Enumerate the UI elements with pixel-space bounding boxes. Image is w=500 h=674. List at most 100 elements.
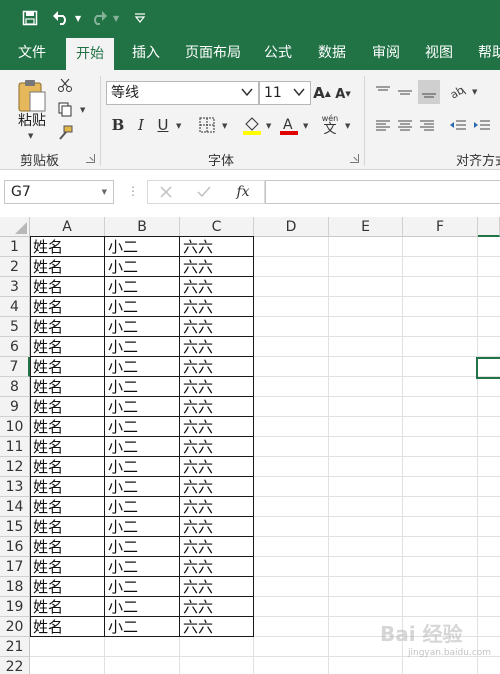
insert-function-button[interactable]: fx <box>232 183 254 201</box>
row-header[interactable]: 13 <box>0 477 30 497</box>
undo-dropdown-icon[interactable]: ▼ <box>75 0 81 36</box>
table-cell[interactable]: 六六 <box>180 477 213 497</box>
chevron-down-icon[interactable] <box>240 85 254 99</box>
row-header[interactable]: 5 <box>0 317 30 337</box>
grow-font-button[interactable]: A ▲ <box>313 82 331 104</box>
underline-dropdown-icon[interactable]: ▼ <box>176 122 181 130</box>
bold-button[interactable]: B <box>110 115 126 135</box>
tab-review[interactable]: 审阅 <box>372 36 400 70</box>
fill-color-dropdown-icon[interactable]: ▼ <box>266 122 271 130</box>
table-cell[interactable]: 六六 <box>180 337 213 357</box>
decrease-indent-icon[interactable] <box>448 116 468 136</box>
table-cell[interactable]: 六六 <box>180 237 213 257</box>
align-right-icon[interactable] <box>418 116 436 136</box>
tab-data[interactable]: 数据 <box>318 36 346 70</box>
save-icon[interactable] <box>20 0 40 36</box>
table-cell[interactable]: 六六 <box>180 257 213 277</box>
table-cell[interactable]: 六六 <box>180 597 213 617</box>
column-header[interactable]: A <box>30 217 105 237</box>
table-cell[interactable]: 六六 <box>180 277 213 297</box>
table-cell[interactable]: 姓名 <box>30 477 63 497</box>
font-size-box[interactable]: 11 <box>259 81 311 105</box>
row-header[interactable]: 18 <box>0 577 30 597</box>
table-cell[interactable]: 姓名 <box>30 537 63 557</box>
tab-help[interactable]: 帮助 <box>478 36 500 70</box>
orientation-dropdown-icon[interactable]: ▼ <box>472 88 477 96</box>
table-cell[interactable]: 姓名 <box>30 377 63 397</box>
table-cell[interactable]: 六六 <box>180 577 213 597</box>
table-cell[interactable]: 小二 <box>105 257 138 277</box>
table-cell[interactable]: 六六 <box>180 377 213 397</box>
table-cell[interactable]: 小二 <box>105 317 138 337</box>
column-header[interactable]: F <box>403 217 478 237</box>
align-center-icon[interactable] <box>396 116 414 136</box>
table-cell[interactable]: 姓名 <box>30 617 63 637</box>
paste-dropdown-icon[interactable]: ▼ <box>28 132 33 140</box>
table-cell[interactable]: 小二 <box>105 297 138 317</box>
table-cell[interactable]: 姓名 <box>30 237 63 257</box>
row-header[interactable]: 7 <box>0 357 30 377</box>
table-cell[interactable]: 姓名 <box>30 517 63 537</box>
column-header[interactable]: E <box>329 217 403 237</box>
table-cell[interactable]: 六六 <box>180 457 213 477</box>
table-cell[interactable]: 小二 <box>105 497 138 517</box>
row-header[interactable]: 1 <box>0 237 30 257</box>
align-left-icon[interactable] <box>374 116 392 136</box>
customize-icon[interactable] <box>132 0 148 36</box>
table-cell[interactable]: 姓名 <box>30 317 63 337</box>
table-cell[interactable]: 小二 <box>105 377 138 397</box>
row-header[interactable]: 19 <box>0 597 30 617</box>
row-header[interactable]: 14 <box>0 497 30 517</box>
tab-insert[interactable]: 插入 <box>132 36 160 70</box>
table-cell[interactable]: 小二 <box>105 437 138 457</box>
table-cell[interactable]: 小二 <box>105 277 138 297</box>
font-launcher-icon[interactable] <box>350 154 359 163</box>
table-cell[interactable]: 小二 <box>105 557 138 577</box>
undo-icon[interactable] <box>50 0 72 36</box>
table-cell[interactable]: 六六 <box>180 297 213 317</box>
table-cell[interactable]: 六六 <box>180 517 213 537</box>
borders-dropdown-icon[interactable]: ▼ <box>222 122 227 130</box>
formula-bar-grip-icon[interactable]: ⋮ <box>127 184 139 198</box>
table-cell[interactable]: 姓名 <box>30 497 63 517</box>
row-header[interactable]: 16 <box>0 537 30 557</box>
tab-file[interactable]: 文件 <box>18 36 46 70</box>
table-cell[interactable]: 六六 <box>180 397 213 417</box>
shrink-font-button[interactable]: A ▼ <box>335 84 351 104</box>
middle-align-icon[interactable] <box>396 82 414 102</box>
table-cell[interactable]: 六六 <box>180 357 213 377</box>
table-cell[interactable]: 小二 <box>105 577 138 597</box>
format-painter-icon[interactable] <box>56 124 74 142</box>
table-cell[interactable]: 六六 <box>180 437 213 457</box>
table-cell[interactable]: 小二 <box>105 537 138 557</box>
table-cell[interactable]: 姓名 <box>30 297 63 317</box>
font-color-dropdown-icon[interactable]: ▼ <box>303 122 308 130</box>
table-cell[interactable]: 小二 <box>105 397 138 417</box>
clipboard-launcher-icon[interactable] <box>86 154 95 163</box>
table-cell[interactable]: 姓名 <box>30 277 63 297</box>
column-header[interactable]: C <box>180 217 254 237</box>
tab-home[interactable]: 开始 <box>66 38 114 70</box>
column-header[interactable]: B <box>105 217 180 237</box>
copy-dropdown-icon[interactable]: ▼ <box>80 106 85 114</box>
column-header-g[interactable] <box>478 217 500 237</box>
underline-button[interactable]: U <box>155 115 171 135</box>
table-cell[interactable]: 姓名 <box>30 437 63 457</box>
table-cell[interactable]: 姓名 <box>30 597 63 617</box>
increase-indent-icon[interactable] <box>472 116 492 136</box>
table-cell[interactable]: 六六 <box>180 537 213 557</box>
name-box[interactable]: G7 ▼ <box>4 180 114 204</box>
table-cell[interactable]: 六六 <box>180 557 213 577</box>
formula-input[interactable] <box>265 180 500 204</box>
table-cell[interactable]: 姓名 <box>30 577 63 597</box>
table-cell[interactable]: 小二 <box>105 237 138 257</box>
copy-icon[interactable] <box>56 100 74 118</box>
row-header[interactable]: 6 <box>0 337 30 357</box>
table-cell[interactable]: 六六 <box>180 317 213 337</box>
table-cell[interactable]: 小二 <box>105 337 138 357</box>
table-cell[interactable]: 姓名 <box>30 397 63 417</box>
worksheet-grid[interactable]: A B C D E F 1 2 3 4 5 6 7 8 9 10 11 12 13 14 15 16 17 18 1… <box>0 217 500 674</box>
borders-icon[interactable] <box>197 115 217 135</box>
tab-formulas[interactable]: 公式 <box>264 36 292 70</box>
fill-color-icon[interactable] <box>241 114 263 136</box>
